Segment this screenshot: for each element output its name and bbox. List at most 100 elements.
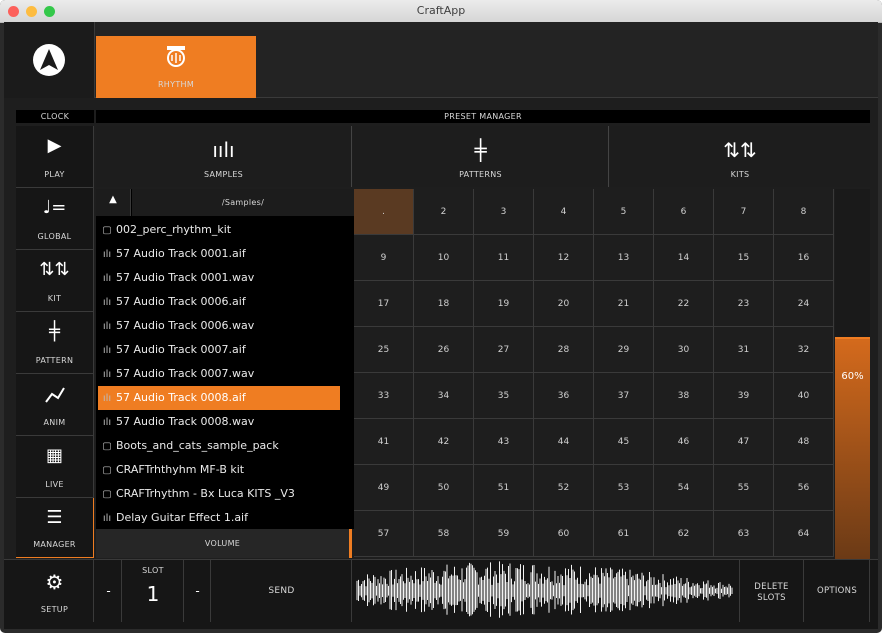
pad-button[interactable]: 40 bbox=[774, 373, 834, 419]
pad-button[interactable]: 30 bbox=[654, 327, 714, 373]
pad-button[interactable]: 37 bbox=[594, 373, 654, 419]
pad-button[interactable]: 49 bbox=[354, 465, 414, 511]
pad-button[interactable]: 53 bbox=[594, 465, 654, 511]
file-list-item[interactable]: ılı 57 Audio Track 0006.aif bbox=[98, 290, 340, 314]
pad-button[interactable]: 36 bbox=[534, 373, 594, 419]
pad-button[interactable]: 43 bbox=[474, 419, 534, 465]
pad-button[interactable]: 19 bbox=[474, 281, 534, 327]
slot-plus-button[interactable]: - bbox=[185, 560, 211, 622]
pad-button[interactable]: 18 bbox=[414, 281, 474, 327]
file-list-item[interactable]: ılı 57 Audio Track 0001.aif bbox=[98, 242, 340, 266]
pad-button[interactable]: 46 bbox=[654, 419, 714, 465]
tab-patterns[interactable]: ╪ PATTERNS bbox=[353, 126, 609, 187]
pad-button[interactable]: 64 bbox=[774, 511, 834, 557]
pad-button[interactable]: 5 bbox=[594, 189, 654, 235]
folder-list-item[interactable]: ▢ CRAFTrhythm - Bx Luca KITS _V3 bbox=[98, 482, 340, 506]
pad-button[interactable]: 63 bbox=[714, 511, 774, 557]
pad-button[interactable]: 21 bbox=[594, 281, 654, 327]
pad-button[interactable]: 34 bbox=[414, 373, 474, 419]
sidebar-item-global[interactable]: ♩= GLOBAL bbox=[16, 188, 94, 250]
pad-button[interactable]: 27 bbox=[474, 327, 534, 373]
pad-button[interactable]: 61 bbox=[594, 511, 654, 557]
tab-kits[interactable]: ⇅⇅ KITS bbox=[610, 126, 870, 187]
send-button[interactable]: SEND bbox=[212, 560, 352, 622]
pad-button[interactable]: 45 bbox=[594, 419, 654, 465]
sidebar-item-play[interactable]: ▶ PLAY bbox=[16, 126, 94, 188]
pad-button[interactable]: 16 bbox=[774, 235, 834, 281]
folder-list-item[interactable]: ▢ Boots_and_cats_sample_pack bbox=[98, 434, 340, 458]
pad-button[interactable]: 7 bbox=[714, 189, 774, 235]
delete-slots-button[interactable]: DELETE SLOTS bbox=[739, 560, 804, 622]
pad-button[interactable]: 35 bbox=[474, 373, 534, 419]
file-list-item[interactable]: ılı 57 Audio Track 0006.wav bbox=[98, 314, 340, 338]
pad-button[interactable]: 25 bbox=[354, 327, 414, 373]
pad-button[interactable]: 57 bbox=[354, 511, 414, 557]
pad-button[interactable]: 31 bbox=[714, 327, 774, 373]
pad-button[interactable]: 6 bbox=[654, 189, 714, 235]
sidebar-item-live[interactable]: ▦ LIVE bbox=[16, 436, 94, 498]
file-list-item[interactable]: ılı 57 Audio Track 0008.aif bbox=[98, 386, 340, 410]
pad-button[interactable]: 13 bbox=[594, 235, 654, 281]
pad-button[interactable]: 23 bbox=[714, 281, 774, 327]
pad-button[interactable]: 33 bbox=[354, 373, 414, 419]
clock-bar[interactable]: CLOCK bbox=[16, 110, 94, 123]
sidebar-item-pattern[interactable]: ╪ PATTERN bbox=[16, 312, 94, 374]
pad-button[interactable]: 48 bbox=[774, 419, 834, 465]
pad-button[interactable]: 9 bbox=[354, 235, 414, 281]
up-arrow-button[interactable]: ▲ bbox=[96, 189, 131, 216]
pad-button[interactable]: 22 bbox=[654, 281, 714, 327]
pad-button[interactable]: . bbox=[354, 189, 414, 235]
pad-button[interactable]: 60 bbox=[534, 511, 594, 557]
level-meter[interactable]: 60% bbox=[835, 189, 870, 559]
pad-button[interactable]: 10 bbox=[414, 235, 474, 281]
pad-button[interactable]: 4 bbox=[534, 189, 594, 235]
pad-button[interactable]: 38 bbox=[654, 373, 714, 419]
pad-button[interactable]: 8 bbox=[774, 189, 834, 235]
sidebar-item-manager[interactable]: ☰ MANAGER bbox=[16, 498, 94, 558]
pad-button[interactable]: 52 bbox=[534, 465, 594, 511]
pad-button[interactable]: 54 bbox=[654, 465, 714, 511]
pad-button[interactable]: 32 bbox=[774, 327, 834, 373]
tab-samples[interactable]: ıılı SAMPLES bbox=[96, 126, 352, 187]
pad-button[interactable]: 62 bbox=[654, 511, 714, 557]
pad-button[interactable]: 3 bbox=[474, 189, 534, 235]
sidebar-item-setup[interactable]: ⚙ SETUP bbox=[16, 560, 94, 622]
file-list-item[interactable]: ılı Delay Guitar Effect 1.aif bbox=[98, 506, 340, 530]
logo-button[interactable] bbox=[4, 22, 95, 98]
pad-button[interactable]: 26 bbox=[414, 327, 474, 373]
file-list-item[interactable]: ılı 57 Audio Track 0001.wav bbox=[98, 266, 340, 290]
rhythm-tab[interactable]: RHYTHM bbox=[96, 36, 256, 98]
folder-list-item[interactable]: ▢ CRAFTrhthyhm MF-B kit bbox=[98, 458, 340, 482]
pad-button[interactable]: 55 bbox=[714, 465, 774, 511]
pad-button[interactable]: 50 bbox=[414, 465, 474, 511]
pad-button[interactable]: 12 bbox=[534, 235, 594, 281]
pad-button[interactable]: 20 bbox=[534, 281, 594, 327]
pad-button[interactable]: 14 bbox=[654, 235, 714, 281]
pad-button[interactable]: 41 bbox=[354, 419, 414, 465]
pad-button[interactable]: 29 bbox=[594, 327, 654, 373]
options-button[interactable]: OPTIONS bbox=[805, 560, 870, 622]
pad-button[interactable]: 15 bbox=[714, 235, 774, 281]
pad-button[interactable]: 56 bbox=[774, 465, 834, 511]
pad-button[interactable]: 2 bbox=[414, 189, 474, 235]
pad-button[interactable]: 44 bbox=[534, 419, 594, 465]
pad-button[interactable]: 47 bbox=[714, 419, 774, 465]
pad-button[interactable]: 58 bbox=[414, 511, 474, 557]
folder-list-item[interactable]: ▢ 002_perc_rhythm_kit bbox=[98, 218, 340, 242]
volume-slider[interactable]: VOLUME bbox=[96, 529, 352, 558]
sidebar-item-anim[interactable]: ANIM bbox=[16, 374, 94, 436]
pad-button[interactable]: 11 bbox=[474, 235, 534, 281]
sidebar-item-kit[interactable]: ⇅⇅ KIT bbox=[16, 250, 94, 312]
pad-button[interactable]: 28 bbox=[534, 327, 594, 373]
pad-button[interactable]: 59 bbox=[474, 511, 534, 557]
file-list-item[interactable]: ılı 57 Audio Track 0007.wav bbox=[98, 362, 340, 386]
file-list-item[interactable]: ılı 57 Audio Track 0007.aif bbox=[98, 338, 340, 362]
pad-button[interactable]: 42 bbox=[414, 419, 474, 465]
pad-button[interactable]: 39 bbox=[714, 373, 774, 419]
file-list-item[interactable]: ılı 57 Audio Track 0008.wav bbox=[98, 410, 340, 434]
slot-selector[interactable]: SLOT 1 bbox=[123, 560, 184, 622]
slot-minus-button[interactable]: - bbox=[96, 560, 122, 622]
pad-button[interactable]: 51 bbox=[474, 465, 534, 511]
pad-button[interactable]: 24 bbox=[774, 281, 834, 327]
pad-button[interactable]: 17 bbox=[354, 281, 414, 327]
